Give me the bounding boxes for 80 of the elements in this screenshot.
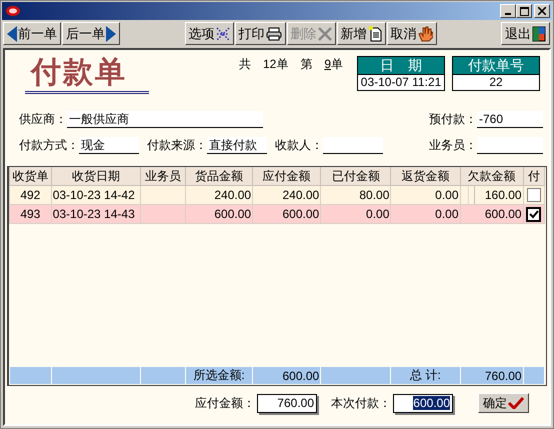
table-cell: 03-10-23 14-43 (51, 204, 141, 224)
right-arrow-icon (106, 26, 116, 42)
left-arrow-icon (7, 26, 17, 42)
hand-icon (418, 26, 432, 42)
count-label: 共 (239, 56, 251, 73)
date-value: 03-10-07 11:21 (360, 75, 442, 90)
toolbar-button[interactable]: 选项 (184, 22, 234, 45)
table-cell: 03-10-23 14-42 (51, 186, 141, 204)
close-button[interactable] (534, 4, 550, 18)
field-label: 供应商： (19, 110, 67, 128)
total-cell: 总 计: (390, 366, 460, 384)
table-cell: 0.00 (390, 204, 460, 224)
count-value: 12单 (263, 56, 288, 73)
column-header[interactable]: 应付金额 (252, 167, 321, 186)
number-header: 付款单号 (453, 57, 540, 75)
toolbar-button[interactable]: 后一单 (62, 22, 120, 45)
dotted-pattern-icon (216, 26, 230, 40)
input-field[interactable]: 直接付款 (207, 136, 267, 154)
toolbar-button[interactable]: 打印 (234, 22, 286, 45)
field-label: 付款来源： (147, 136, 207, 154)
field-label: 应付金额： (195, 394, 255, 412)
table-cell: 493 (10, 204, 52, 224)
input-field[interactable] (477, 136, 543, 154)
app-icon (5, 4, 21, 18)
maximize-icon (520, 6, 528, 16)
column-header[interactable]: 已付金额 (320, 167, 391, 186)
table-cell: 160.00 (460, 186, 524, 204)
input-field[interactable]: 600.00 (393, 394, 453, 412)
toolbar-button[interactable]: 前一单 (3, 22, 61, 45)
toolbar-button[interactable]: 退出 (501, 22, 550, 45)
close-icon (538, 7, 546, 15)
checkbox[interactable] (526, 206, 542, 222)
input-field[interactable]: 一般供应商 (67, 110, 263, 128)
field-label: 预付款： (429, 110, 477, 128)
toolbar-button[interactable]: 取消 (386, 22, 436, 45)
printer-icon (266, 26, 282, 40)
column-header[interactable]: 业务员 (140, 167, 186, 186)
column-header[interactable]: 收货单 (10, 167, 52, 186)
total-cell: 760.00 (460, 366, 524, 384)
table-cell: 492 (10, 186, 52, 204)
count-label: 第 (300, 56, 312, 73)
column-header[interactable]: 返货金额 (390, 167, 460, 186)
minimize-button[interactable] (500, 4, 516, 18)
confirm-button[interactable]: 确定 (478, 393, 529, 413)
field-label: 收款人： (275, 136, 323, 154)
table-row[interactable]: 492 03-10-23 14-42 240.00 240.00 80.00 0.00 160.00 (10, 186, 544, 204)
input-field[interactable]: 现金 (79, 136, 139, 154)
checkbox[interactable] (526, 188, 541, 202)
current-number: 9单 (324, 56, 344, 73)
new-document-icon (368, 26, 382, 42)
table-cell: 0.00 (320, 204, 391, 224)
field-label: 业务员： (429, 136, 477, 154)
toolbar-button[interactable]: 新增 (336, 22, 386, 45)
table-cell: 240.00 (185, 186, 253, 204)
column-header[interactable]: 欠款金额 (460, 167, 524, 186)
column-header[interactable]: 货品金额 (185, 167, 253, 186)
date-header: 日 期 (358, 57, 444, 75)
total-cell: 所选金额: (185, 366, 253, 384)
table-cell: 600.00 (185, 204, 253, 224)
check-icon (508, 397, 524, 409)
maximize-button[interactable] (516, 4, 532, 18)
table-cell: 240.00 (252, 186, 321, 204)
field-label: 付款方式： (19, 136, 79, 154)
field-label: 本次付款： (331, 394, 391, 412)
column-header[interactable]: 收货日期 (51, 167, 141, 186)
check-icon (528, 210, 539, 219)
table-cell: 0.00 (390, 186, 460, 204)
x-icon (318, 26, 332, 40)
table-cell: 600.00 (460, 204, 524, 224)
input-field[interactable]: 760.00 (257, 394, 317, 412)
input-field[interactable]: -760 (477, 110, 543, 128)
table-row[interactable]: 493 03-10-23 14-43 600.00 600.00 0.00 0.00 600.00 (10, 204, 544, 224)
form-title: 付款单 (29, 56, 128, 90)
number-value: 22 (488, 75, 504, 90)
total-cell: 600.00 (252, 366, 321, 384)
input-field[interactable] (323, 136, 383, 154)
column-header[interactable]: 付 (523, 167, 544, 186)
table-cell: 80.00 (320, 186, 391, 204)
door-icon (532, 26, 546, 42)
table-cell: 600.00 (252, 204, 321, 224)
